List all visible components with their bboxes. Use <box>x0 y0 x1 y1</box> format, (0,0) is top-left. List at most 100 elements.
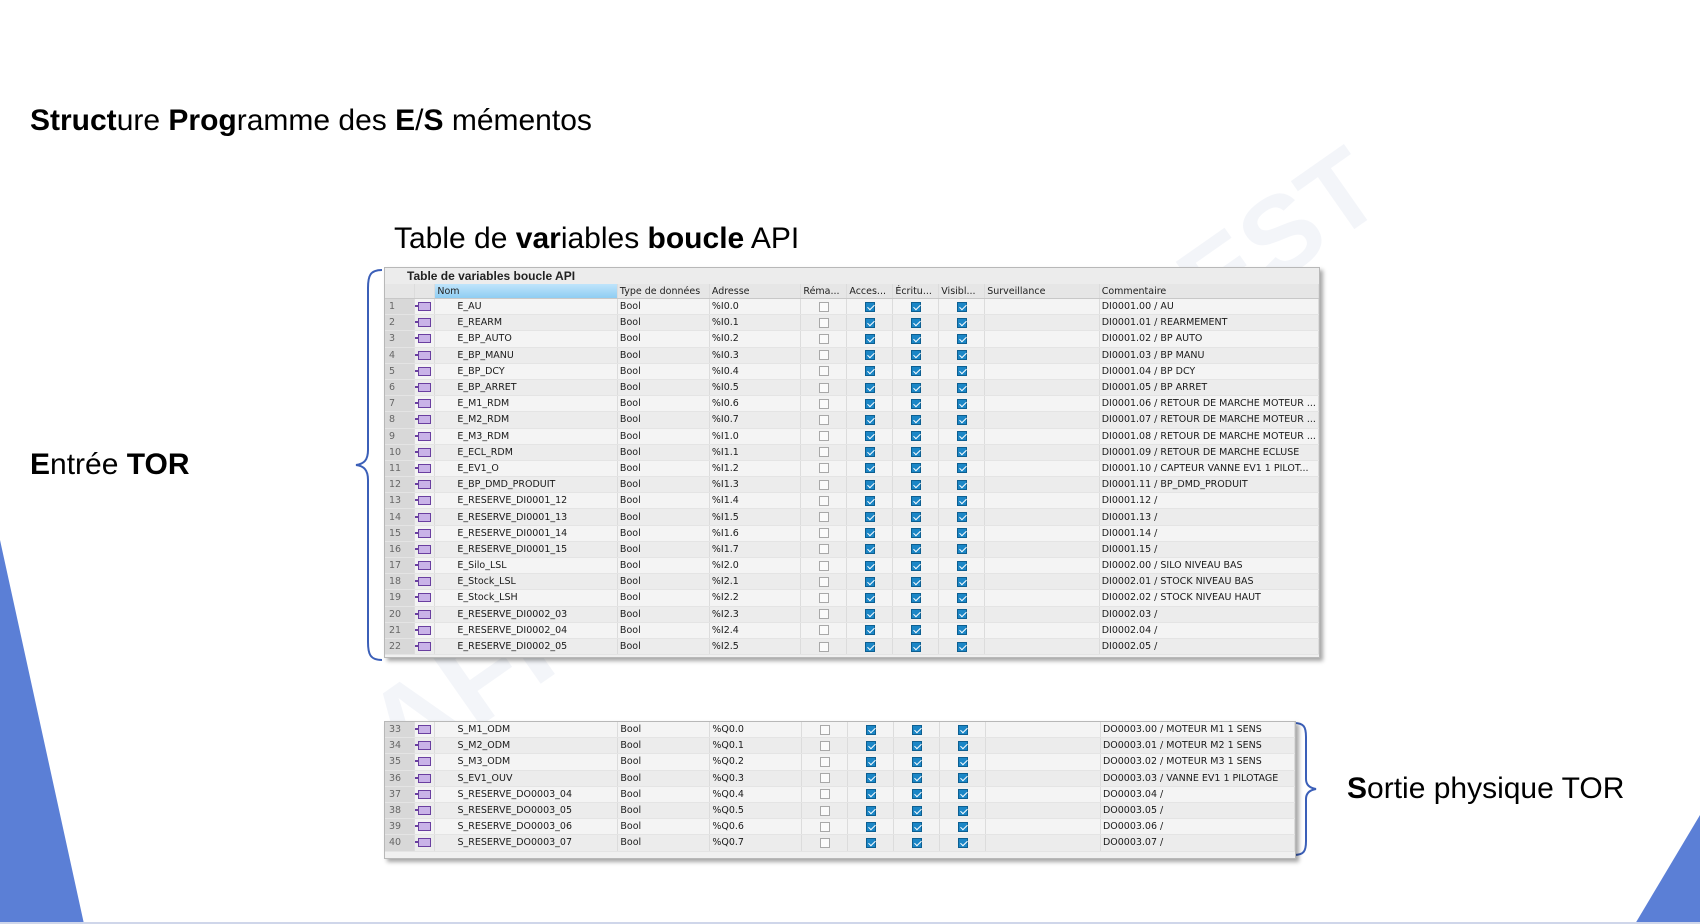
visible-checkbox[interactable] <box>957 773 968 784</box>
surveillance-cell[interactable] <box>984 476 1100 494</box>
table-row[interactable]: 10 E_ECL_RDM Bool %I1.1 DI0001.09 / RETOUR D… <box>385 444 1319 461</box>
header-commentaire[interactable]: Commentaire <box>1099 284 1319 299</box>
retain-checkbox[interactable] <box>818 528 829 539</box>
address-cell[interactable]: %I1.2 <box>709 460 802 478</box>
comment-cell[interactable]: DI0001.02 / BP AUTO <box>1099 330 1319 348</box>
data-type-cell[interactable]: Bool <box>617 330 710 348</box>
comment-cell[interactable]: DI0001.03 / BP MANU <box>1099 347 1319 364</box>
variable-name-cell[interactable]: S_M3_ODM <box>434 753 619 771</box>
header-accessible[interactable]: Acces... <box>846 284 894 299</box>
table-row[interactable]: 36 S_EV1_OUV Bool %Q0.3 DO0003.03 / VANNE EV… <box>385 770 1295 787</box>
writable-checkbox[interactable] <box>910 382 921 393</box>
surveillance-cell[interactable] <box>984 508 1100 526</box>
table-row[interactable]: 9 E_M3_RDM Bool %I1.0 DI0001.08 / RETOUR DE … <box>385 428 1319 445</box>
table-row[interactable]: 1 E_AU Bool %I0.0 DI0001.00 / AU <box>385 298 1319 316</box>
visible-checkbox[interactable] <box>956 447 967 458</box>
table-row[interactable]: 14 E_RESERVE_DI0001_13 Bool %I1.5 DI0001.13 … <box>385 508 1319 526</box>
comment-cell[interactable]: DI0001.11 / BP_DMD_PRODUIT <box>1099 476 1319 494</box>
table-row[interactable]: 22 E_RESERVE_DI0002_05 Bool %I2.5 DI0002.05 … <box>385 638 1319 656</box>
variable-name-cell[interactable]: E_M3_RDM <box>434 428 618 445</box>
data-type-cell[interactable]: Bool <box>617 314 710 332</box>
retain-checkbox[interactable] <box>819 724 830 735</box>
surveillance-cell[interactable] <box>985 770 1101 787</box>
variable-name-cell[interactable]: S_RESERVE_DO0003_06 <box>434 818 619 836</box>
accessible-checkbox[interactable] <box>864 350 875 361</box>
address-cell[interactable]: %I1.0 <box>709 428 802 445</box>
data-type-cell[interactable]: Bool <box>617 638 710 656</box>
variable-name-cell[interactable]: E_Stock_LSL <box>434 573 618 591</box>
variable-name-cell[interactable]: E_BP_DCY <box>434 363 618 380</box>
data-type-cell[interactable]: Bool <box>617 428 710 445</box>
comment-cell[interactable]: DI0001.00 / AU <box>1099 298 1319 316</box>
writable-checkbox[interactable] <box>911 724 922 735</box>
comment-cell[interactable]: DI0001.10 / CAPTEUR VANNE EV1 1 PILOT... <box>1099 460 1319 478</box>
variable-name-cell[interactable]: S_M2_ODM <box>434 737 619 755</box>
address-cell[interactable]: %I2.0 <box>709 557 802 575</box>
writable-checkbox[interactable] <box>911 805 922 816</box>
table-row[interactable]: 39 S_RESERVE_DO0003_06 Bool %Q0.6 DO0003.06 … <box>385 818 1295 836</box>
surveillance-cell[interactable] <box>985 802 1101 820</box>
surveillance-cell[interactable] <box>984 347 1100 364</box>
surveillance-cell[interactable] <box>985 818 1101 836</box>
comment-cell[interactable]: DI0002.01 / STOCK NIVEAU BAS <box>1099 573 1319 591</box>
data-type-cell[interactable]: Bool <box>617 606 710 623</box>
comment-cell[interactable]: DI0001.04 / BP DCY <box>1099 363 1319 380</box>
variable-name-cell[interactable]: E_RESERVE_DI0002_04 <box>434 622 618 639</box>
retain-checkbox[interactable] <box>818 431 829 442</box>
retain-checkbox[interactable] <box>819 789 830 800</box>
retain-checkbox[interactable] <box>818 350 829 361</box>
retain-checkbox[interactable] <box>818 447 829 458</box>
comment-cell[interactable]: DO0003.07 / <box>1100 834 1295 852</box>
writable-checkbox[interactable] <box>910 414 921 425</box>
writable-checkbox[interactable] <box>911 821 922 832</box>
accessible-checkbox[interactable] <box>865 821 876 832</box>
variable-name-cell[interactable]: S_RESERVE_DO0003_04 <box>434 786 619 803</box>
retain-checkbox[interactable] <box>818 576 829 587</box>
data-type-cell[interactable]: Bool <box>617 786 711 803</box>
comment-cell[interactable]: DO0003.04 / <box>1100 786 1295 803</box>
variable-name-cell[interactable]: S_RESERVE_DO0003_07 <box>434 834 619 852</box>
address-cell[interactable]: %I2.3 <box>709 606 802 623</box>
retain-checkbox[interactable] <box>818 479 829 490</box>
variable-name-cell[interactable]: E_RESERVE_DI0001_15 <box>434 541 618 559</box>
accessible-checkbox[interactable] <box>864 625 875 636</box>
table-row[interactable]: 11 E_EV1_O Bool %I1.2 DI0001.10 / CAPTEUR VA… <box>385 460 1319 478</box>
table-row[interactable]: 40 S_RESERVE_DO0003_07 Bool %Q0.7 DO0003.07 … <box>385 834 1295 852</box>
comment-cell[interactable]: DO0003.00 / MOTEUR M1 1 SENS <box>1100 722 1295 739</box>
surveillance-cell[interactable] <box>984 363 1100 380</box>
table-row[interactable]: 38 S_RESERVE_DO0003_05 Bool %Q0.5 DO0003.05 … <box>385 802 1295 820</box>
writable-checkbox[interactable] <box>910 641 921 652</box>
address-cell[interactable]: %I1.1 <box>709 444 802 461</box>
table-row[interactable]: 4 E_BP_MANU Bool %I0.3 DI0001.03 / BP MANU <box>385 347 1319 364</box>
data-type-cell[interactable]: Bool <box>617 770 711 787</box>
surveillance-cell[interactable] <box>984 444 1100 461</box>
table-row[interactable]: 6 E_BP_ARRET Bool %I0.5 DI0001.05 / BP ARRET <box>385 379 1319 397</box>
accessible-checkbox[interactable] <box>864 333 875 344</box>
writable-checkbox[interactable] <box>910 317 921 328</box>
comment-cell[interactable]: DI0002.00 / SILO NIVEAU BAS <box>1099 557 1319 575</box>
writable-checkbox[interactable] <box>910 366 921 377</box>
header-remanence[interactable]: Réma... <box>800 284 848 299</box>
surveillance-cell[interactable] <box>984 411 1100 429</box>
comment-cell[interactable]: DI0001.14 / <box>1099 525 1319 542</box>
writable-checkbox[interactable] <box>910 609 921 620</box>
writable-checkbox[interactable] <box>910 495 921 506</box>
surveillance-cell[interactable] <box>984 573 1100 591</box>
accessible-checkbox[interactable] <box>864 560 875 571</box>
surveillance-cell[interactable] <box>984 525 1100 542</box>
surveillance-cell[interactable] <box>985 786 1101 803</box>
visible-checkbox[interactable] <box>956 317 967 328</box>
retain-checkbox[interactable] <box>818 382 829 393</box>
data-type-cell[interactable]: Bool <box>617 557 710 575</box>
writable-checkbox[interactable] <box>910 592 921 603</box>
data-type-cell[interactable]: Bool <box>617 379 710 397</box>
variable-name-cell[interactable]: S_RESERVE_DO0003_05 <box>434 802 619 820</box>
retain-checkbox[interactable] <box>818 592 829 603</box>
data-type-cell[interactable]: Bool <box>617 834 711 852</box>
variable-name-cell[interactable]: E_AU <box>434 298 618 316</box>
table-row[interactable]: 15 E_RESERVE_DI0001_14 Bool %I1.6 DI0001.14 … <box>385 525 1319 542</box>
variable-name-cell[interactable]: E_RESERVE_DI0002_05 <box>434 638 618 656</box>
table-row[interactable]: 12 E_BP_DMD_PRODUIT Bool %I1.3 DI0001.11 / B… <box>385 476 1319 494</box>
visible-checkbox[interactable] <box>957 837 968 848</box>
data-type-cell[interactable]: Bool <box>617 737 711 755</box>
